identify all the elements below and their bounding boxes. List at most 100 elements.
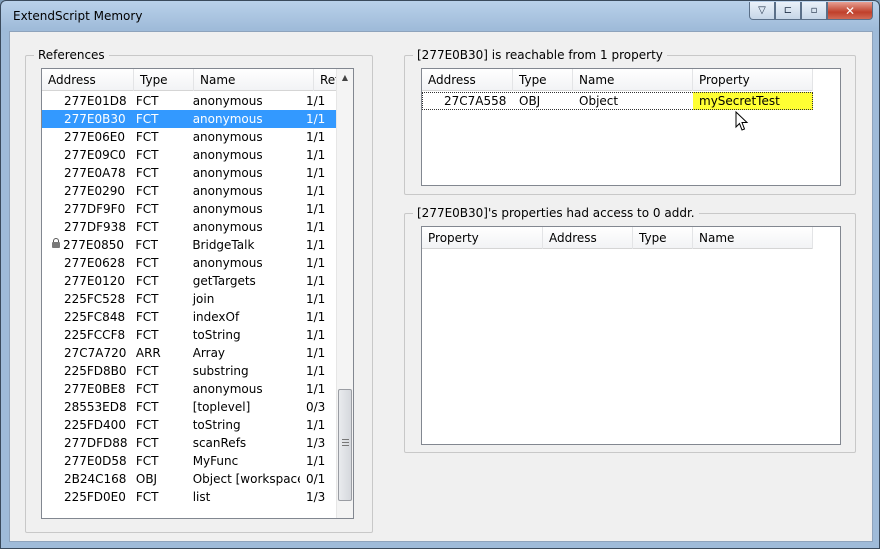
table-row[interactable]: 277E06E0 FCT anonymous 1/1 [42,128,338,146]
cell-refs: 1/1 [306,310,326,324]
properties-list[interactable]: Property Address Type Name [421,226,841,445]
cell-refs: 1/1 [306,418,326,432]
cell-name: anonymous [192,94,263,108]
table-row[interactable]: 277E0628 FCT anonymous 1/1 [42,254,338,272]
column-header-type[interactable]: Type [513,69,573,91]
table-row[interactable]: 277DF9F0 FCT anonymous 1/1 [42,200,338,218]
table-row[interactable]: 277E0850 FCT BridgeTalk 1/1 [42,236,338,254]
table-row[interactable]: 277E0B30 FCT anonymous 1/1 [42,110,338,128]
close-button[interactable]: ✕ [827,2,873,20]
cell-type: FCT [135,112,159,126]
table-row[interactable]: 2B24C168 OBJ Object [workspace] 0/1 [42,470,338,488]
cell-name: Object [workspace] [192,472,300,486]
maximize-button[interactable]: ▫ [801,2,827,20]
cell-type: FCT [135,166,159,180]
cell-name: anonymous [192,256,263,270]
restore-button[interactable]: ⊏ [775,2,801,20]
table-row[interactable]: 277E09C0 FCT anonymous 1/1 [42,146,338,164]
table-row[interactable]: 225FC528 FCT join 1/1 [42,290,338,308]
cell-refs: 1/1 [306,292,326,306]
cell-name: anonymous [192,202,263,216]
column-header-property[interactable]: Property [422,227,543,249]
cell-address: 277E0850 [42,236,129,254]
cell-name: anonymous [192,220,263,234]
cell-refs: 1/1 [306,202,326,216]
table-row[interactable]: 27C7A720 ARR Array 1/1 [42,344,338,362]
table-row[interactable]: 277E0290 FCT anonymous 1/1 [42,182,338,200]
reachable-list[interactable]: Address Type Name Property 27C7A558 OBJ … [421,68,841,186]
column-header-address[interactable]: Address [422,69,513,91]
column-header-type[interactable]: Type [633,227,693,249]
cell-name: BridgeTalk [192,238,255,252]
column-header-type[interactable]: Type [134,69,194,91]
cell-refs: 1/1 [306,256,326,270]
table-row[interactable]: 225FC848 FCT indexOf 1/1 [42,308,338,326]
scroll-up-arrow-icon[interactable]: ▲ [337,69,353,86]
table-row[interactable]: 277DFD88 FCT scanRefs 1/3 [42,434,338,452]
cell-address: 277E0290 [64,184,126,198]
cell-type: FCT [135,490,159,504]
cell-name: getTargets [192,274,256,288]
cell-refs: 1/1 [306,166,326,180]
minimize-button[interactable]: ▽ [749,2,775,20]
references-list[interactable]: Address Type Name Refs 277E01D8 FCT anonym… [41,68,354,519]
reachable-list-header: Address Type Name Property [422,69,813,91]
cell-address: 277E0A78 [64,166,126,180]
cell-name: scanRefs [192,436,247,450]
column-header-address[interactable]: Address [543,227,633,249]
cell-refs: 1/3 [306,490,326,504]
column-header-name[interactable]: Name [693,227,813,249]
extendscript-memory-window: ExtendScript Memory ▽ ⊏ ▫ ✕ References A… [0,0,880,549]
cell-name: anonymous [192,112,263,126]
cell-refs: 1/1 [306,112,326,126]
cell-type: FCT [135,418,159,432]
table-row[interactable]: 225FCCF8 FCT toString 1/1 [42,326,338,344]
reachable-label: [277E0B30] is reachable from 1 property [413,48,667,62]
table-row[interactable]: 27C7A558 OBJ Object mySecretTest [422,92,813,110]
cell-refs: 1/1 [306,328,326,342]
properties-label: [277E0B30]'s properties had access to 0 … [413,206,699,220]
cell-name: anonymous [192,382,263,396]
table-row[interactable]: 277E0BE8 FCT anonymous 1/1 [42,380,338,398]
cell-type: FCT [135,292,159,306]
cell-type: FCT [135,454,159,468]
properties-list-header: Property Address Type Name [422,227,813,249]
column-header-property[interactable]: Property [693,69,813,91]
table-row[interactable]: 277E01D8 FCT anonymous 1/1 [42,92,338,110]
cell-type: FCT [135,220,159,234]
column-header-name[interactable]: Name [573,69,693,91]
cell-type: FCT [135,382,159,396]
cell-type: FCT [135,364,159,378]
cell-address: 225FC528 [64,292,126,306]
table-row[interactable]: 225FD400 FCT toString 1/1 [42,416,338,434]
cell-address: 225FCCF8 [64,328,126,342]
table-row[interactable]: 225FD8B0 FCT substring 1/1 [42,362,338,380]
cell-address: 277E0120 [64,274,126,288]
cell-refs: 1/1 [306,346,326,360]
properties-group: [277E0B30]'s properties had access to 0 … [404,206,856,453]
cell-address: 277E01D8 [64,94,127,108]
cell-address: 277E0B30 [64,112,126,126]
table-row[interactable]: 225FD0E0 FCT list 1/3 [42,488,338,506]
column-header-address[interactable]: Address [42,69,134,91]
table-row[interactable]: 28553ED8 FCT [toplevel] 0/3 [42,398,338,416]
column-header-refs[interactable]: Refs [314,69,338,91]
references-scrollbar[interactable]: ▲ [336,69,353,518]
cell-refs: 1/1 [306,130,326,144]
cell-name: anonymous [192,148,263,162]
cell-type: FCT [135,130,159,144]
cell-refs: 1/1 [306,220,326,234]
cell-type: FCT [135,274,159,288]
table-row[interactable]: 277E0D58 FCT MyFunc 1/1 [42,452,338,470]
title-bar[interactable]: ExtendScript Memory ▽ ⊏ ▫ ✕ [1,1,879,31]
cell-address-text: 277E0850 [63,238,125,252]
scrollbar-thumb[interactable] [338,389,352,501]
column-header-name[interactable]: Name [194,69,314,91]
table-row[interactable]: 277DF938 FCT anonymous 1/1 [42,218,338,236]
table-row[interactable]: 277E0A78 FCT anonymous 1/1 [42,164,338,182]
cell-address: 277DF9F0 [64,202,126,216]
cell-address: 225FC848 [64,310,126,324]
cell-type: FCT [135,148,159,162]
cell-type: FCT [135,94,159,108]
table-row[interactable]: 277E0120 FCT getTargets 1/1 [42,272,338,290]
